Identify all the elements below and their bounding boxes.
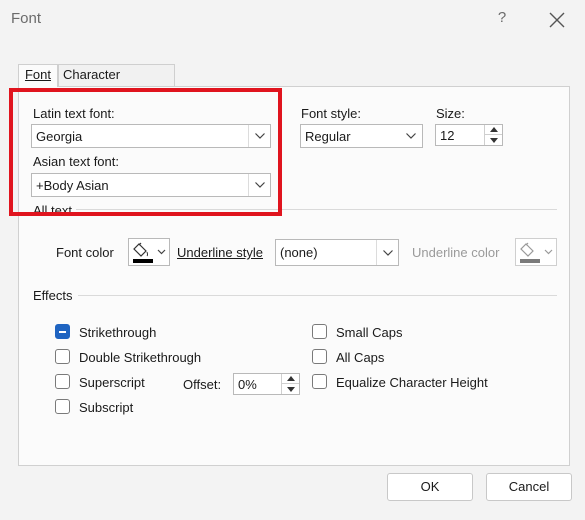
small-caps-checkbox[interactable] xyxy=(312,324,327,339)
strikethrough-label[interactable]: Strikethrough xyxy=(79,325,156,340)
underline-color-button[interactable] xyxy=(515,238,557,266)
equalize-height-label[interactable]: Equalize Character Height xyxy=(336,375,488,390)
subscript-checkbox[interactable] xyxy=(55,399,70,414)
cancel-button[interactable]: Cancel xyxy=(486,473,572,501)
paint-bucket-icon xyxy=(520,242,553,263)
font-style-combo[interactable]: Regular xyxy=(300,124,423,148)
help-button[interactable]: ? xyxy=(493,9,511,29)
subscript-label[interactable]: Subscript xyxy=(79,400,133,415)
highlight-box xyxy=(9,88,282,216)
underline-style-value: (none) xyxy=(280,245,318,260)
close-button[interactable] xyxy=(545,8,569,32)
size-value: 12 xyxy=(440,128,455,143)
underline-style-label: Underline style xyxy=(177,245,263,260)
effects-header: Effects xyxy=(33,288,73,303)
spin-down-icon[interactable] xyxy=(282,384,299,394)
dialog-title: Font xyxy=(11,10,42,27)
all-caps-checkbox[interactable] xyxy=(312,349,327,364)
chevron-down-icon[interactable] xyxy=(376,240,398,265)
size-spin-buttons xyxy=(484,125,502,145)
double-strikethrough-label[interactable]: Double Strikethrough xyxy=(79,350,201,365)
font-style-label: Font style: xyxy=(301,106,361,121)
font-color-button[interactable] xyxy=(128,238,170,266)
all-caps-label[interactable]: All Caps xyxy=(336,350,384,365)
offset-value: 0% xyxy=(238,377,257,392)
superscript-label[interactable]: Superscript xyxy=(79,375,145,390)
ok-button[interactable]: OK xyxy=(387,473,473,501)
underline-style-combo[interactable]: (none) xyxy=(275,239,399,266)
tab-font-label: Font xyxy=(24,67,51,82)
tab-character-spacing[interactable]: Character Spacing xyxy=(58,64,175,102)
tab-font[interactable]: Font xyxy=(18,64,58,87)
font-style-value: Regular xyxy=(305,129,351,144)
underline-style-label-text: Underline style xyxy=(177,245,263,260)
double-strikethrough-checkbox[interactable] xyxy=(55,349,70,364)
strikethrough-checkbox[interactable] xyxy=(55,324,70,339)
spin-up-icon[interactable] xyxy=(282,374,299,384)
equalize-height-checkbox[interactable] xyxy=(312,374,327,389)
spin-up-icon[interactable] xyxy=(485,125,502,135)
small-caps-label[interactable]: Small Caps xyxy=(336,325,402,340)
paint-bucket-icon xyxy=(133,242,166,263)
offset-spin-buttons xyxy=(281,374,299,394)
spin-down-icon[interactable] xyxy=(485,135,502,145)
effects-divider xyxy=(78,295,557,296)
offset-spinner[interactable]: 0% xyxy=(233,373,300,395)
font-color-label: Font color xyxy=(56,245,114,260)
size-spinner[interactable]: 12 xyxy=(435,124,503,146)
superscript-checkbox[interactable] xyxy=(55,374,70,389)
close-icon xyxy=(549,12,565,28)
strikethrough-label-text: Strikethrough xyxy=(79,325,157,340)
chevron-down-icon[interactable] xyxy=(400,125,422,147)
underline-color-label: Underline color xyxy=(412,245,500,260)
offset-label: Offset: xyxy=(183,377,222,392)
size-label: Size: xyxy=(436,106,465,121)
